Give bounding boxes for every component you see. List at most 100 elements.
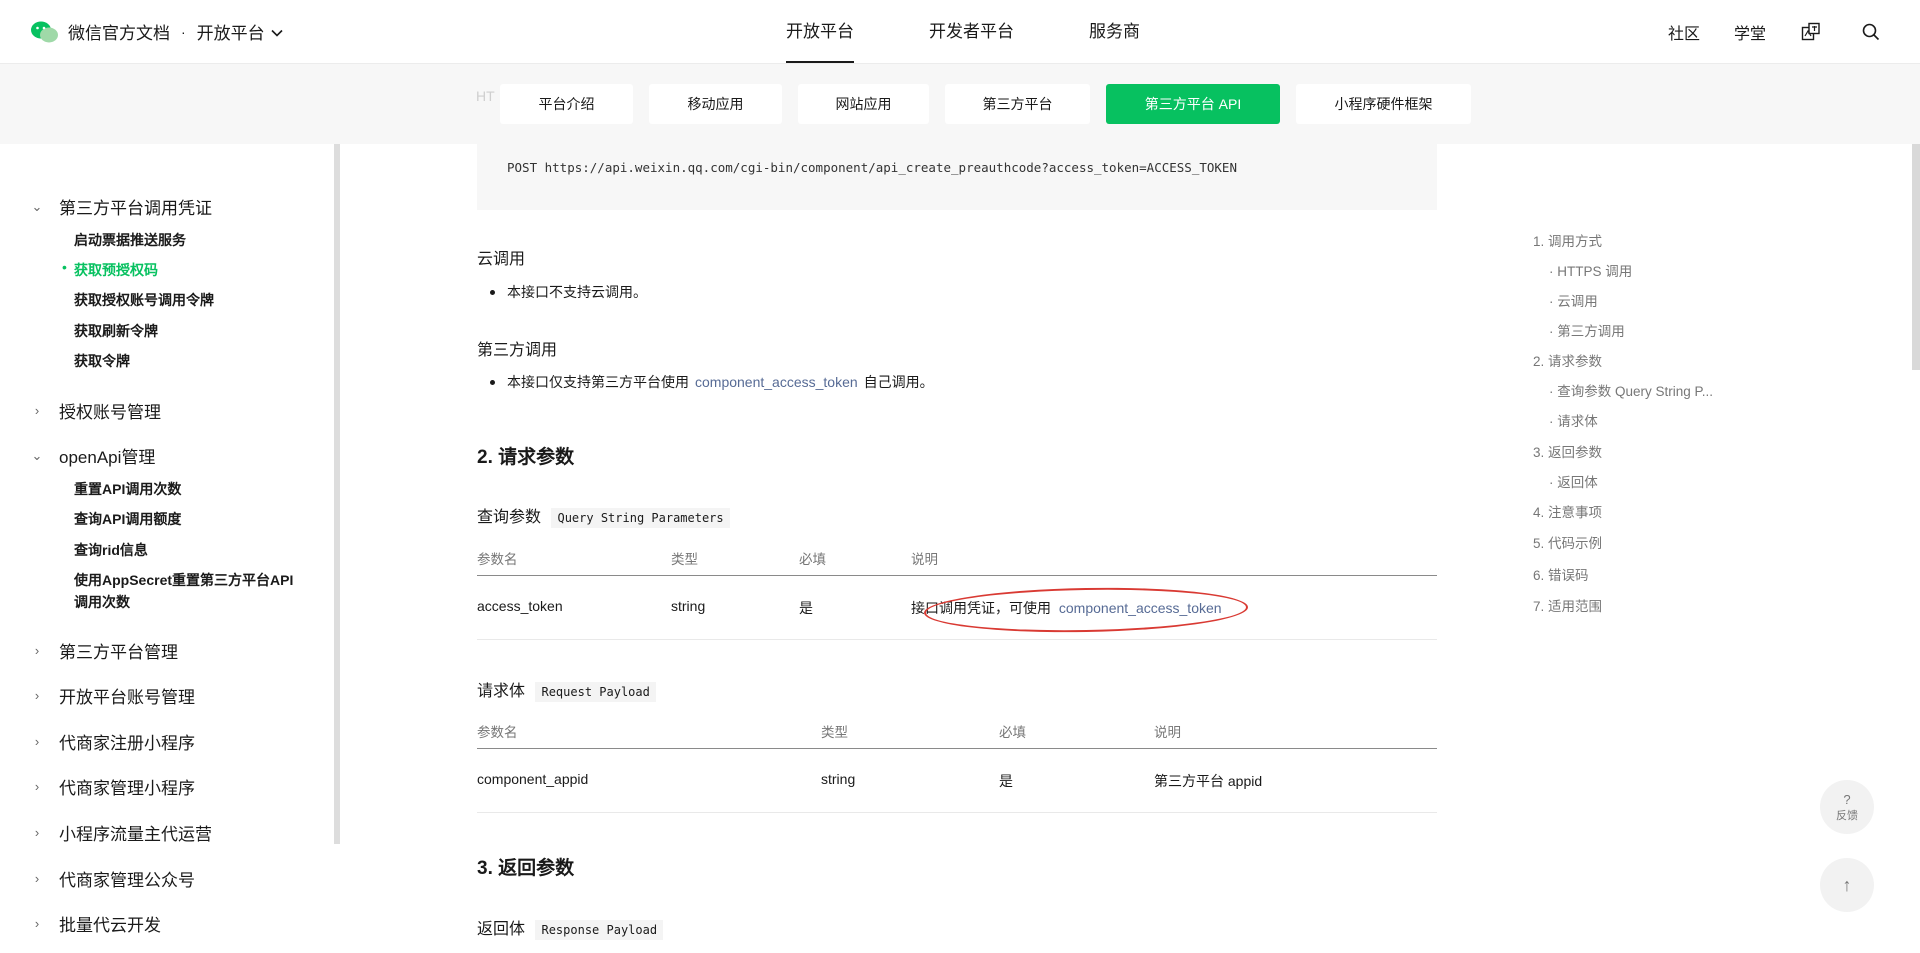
third-party-call-bullet: 本接口仅支持第三方平台使用 component_access_token 自己调… [490,372,934,392]
cell-required: 是 [799,600,813,616]
sidebar-item-reset-with-secret-cont[interactable]: 调用次数 [74,591,130,613]
sidebar-group-platform-mgmt[interactable]: › 第三方平台管理 [30,638,178,663]
search-icon[interactable] [1860,21,1882,43]
payload-title: 请求体 [477,683,526,700]
tab-platform-intro[interactable]: 平台介绍 [500,84,633,124]
col-name: 参数名 [477,552,518,567]
col-type: 类型 [821,725,848,740]
sidebar-item-query-quota[interactable]: 查询API调用额度 [74,508,181,530]
col-type: 类型 [671,552,698,567]
sidebar-scrollbar[interactable] [334,144,340,844]
brand-logo[interactable]: 微信官方文档 · 开放平台 [30,19,283,44]
toc-item[interactable]: · HTTPS 调用 [1549,260,1632,280]
sidebar-item-get-token[interactable]: 获取令牌 [74,350,130,372]
topnav-open-platform[interactable]: 开放平台 [786,0,854,64]
cell-desc: 第三方平台 appid [1154,773,1263,789]
cell-name: component_appid [477,771,589,787]
platform-switch[interactable]: 开放平台 [197,19,265,44]
chevron-down-icon: ⌄ [31,198,43,214]
tab-third-party-api[interactable]: 第三方平台 API [1106,84,1280,124]
toc-item[interactable]: 2. 请求参数 [1533,350,1602,370]
sidebar-group-label: 第三方平台管理 [59,643,178,662]
wechat-logo-icon [30,20,60,44]
toc-item[interactable]: 5. 代码示例 [1533,532,1602,552]
toc-item[interactable]: · 云调用 [1549,290,1598,310]
request-url-code: POST https://api.weixin.qq.com/cgi-bin/c… [507,160,1237,175]
component-access-token-link[interactable]: component_access_token [695,374,858,390]
third-party-text-b: 自己调用。 [863,374,934,390]
col-desc: 说明 [911,552,938,567]
subnav-ghost-text: HT [476,88,495,104]
top-nav: 开放平台 开发者平台 服务商 [786,0,1215,64]
payload-heading: 请求体 Request Payload [477,677,656,702]
third-party-text-a: 本接口仅支持第三方平台使用 [507,374,689,390]
sidebar-item-reset-with-secret[interactable]: 使用AppSecret重置第三方平台API [74,569,293,591]
sidebar-group-authorizer-mgmt[interactable]: › 授权账号管理 [30,398,161,423]
toc-item[interactable]: · 请求体 [1549,410,1598,430]
cloud-call-bullet: 本接口不支持云调用。 [490,282,647,302]
top-right-actions: 社区 学堂 [1668,0,1920,64]
question-icon: ? [1843,791,1851,807]
translate-icon[interactable] [1800,21,1822,43]
request-payload-table: 参数名 类型 必填 说明 component_appid string 是 第三… [477,711,1437,813]
col-required: 必填 [999,725,1026,740]
sidebar-item-reset-quota[interactable]: 重置API调用次数 [74,478,181,500]
sidebar-group-official-account[interactable]: › 代商家管理公众号 [30,866,195,891]
toc-item[interactable]: 4. 注意事项 [1533,501,1602,521]
tab-website-app[interactable]: 网站应用 [798,84,929,124]
topnav-service-provider[interactable]: 服务商 [1089,0,1140,64]
sidebar-group-label: 小程序流量主代运营 [59,825,212,844]
bullet-dot [490,289,495,295]
sidebar-group-label: 开放平台账号管理 [59,688,195,707]
sidebar-item-refresh-token[interactable]: 获取刷新令牌 [74,320,158,342]
toc-item[interactable]: 6. 错误码 [1533,564,1589,584]
tab-mobile-app[interactable]: 移动应用 [649,84,782,124]
topnav-developer-platform[interactable]: 开发者平台 [929,0,1014,64]
sidebar-group-label: 代商家注册小程序 [59,734,195,753]
academy-link[interactable]: 学堂 [1734,20,1766,44]
response-heading: 返回体 Response Payload [477,915,664,940]
feedback-button[interactable]: ? 反馈 [1820,780,1874,834]
cell-type: string [821,771,856,787]
community-link[interactable]: 社区 [1668,20,1700,44]
tab-miniprogram-hardware[interactable]: 小程序硬件框架 [1296,84,1471,124]
sidebar-group-openapi[interactable]: ⌄ openApi管理 [30,443,156,468]
toc-item[interactable]: 3. 返回参数 [1533,441,1602,461]
sidebar-group-label: 第三方平台调用凭证 [59,199,212,218]
arrow-up-icon: ↑ [1842,874,1852,895]
sidebar-group-label: openApi管理 [59,448,156,467]
back-to-top-button[interactable]: ↑ [1820,858,1874,912]
sidebar-item-authorizer-token[interactable]: 获取授权账号调用令牌 [74,289,214,311]
payload-tag: Request Payload [535,682,656,702]
sidebar-group-credentials[interactable]: ⌄ 第三方平台调用凭证 [30,194,212,219]
sidebar-item-preauth-code[interactable]: 获取预授权码 [74,259,158,281]
feedback-label: 反馈 [1836,809,1858,822]
chevron-right-icon: › [34,825,40,840]
chevron-right-icon: › [34,779,40,794]
sidebar-item-query-rid[interactable]: 查询rid信息 [74,539,148,561]
sidebar-group-account-mgmt[interactable]: › 开放平台账号管理 [30,683,195,708]
col-desc: 说明 [1154,725,1181,740]
section-request-params: 2. 请求参数 [477,447,575,468]
active-bullet: • [62,259,67,275]
table-header: 参数名 类型 必填 说明 [477,538,1437,576]
cell-name: access_token [477,598,563,614]
sidebar-item-start-ticket[interactable]: 启动票据推送服务 [74,229,186,251]
page-scrollbar[interactable] [1912,110,1920,370]
toc-item[interactable]: 1. 调用方式 [1533,230,1602,250]
toc-item[interactable]: · 返回体 [1549,471,1598,491]
section-response-params: 3. 返回参数 [477,858,575,879]
response-tag: Response Payload [535,920,664,940]
sidebar-group-traffic-ops[interactable]: › 小程序流量主代运营 [30,820,212,845]
sidebar-group-manage-miniprogram[interactable]: › 代商家管理小程序 [30,774,195,799]
toc-item[interactable]: 7. 适用范围 [1533,595,1602,615]
response-title: 返回体 [477,921,526,938]
sidebar-group-label: 批量代云开发 [59,916,161,935]
sidebar-group-cloud-dev[interactable]: › 批量代云开发 [30,911,161,936]
toc-item[interactable]: · 第三方调用 [1549,320,1625,340]
chevron-down-icon[interactable] [271,22,283,42]
sidebar-group-register-miniprogram[interactable]: › 代商家注册小程序 [30,729,195,754]
query-params-heading: 查询参数 Query String Parameters [477,503,730,528]
tab-third-party-platform[interactable]: 第三方平台 [945,84,1090,124]
toc-item[interactable]: · 查询参数 Query String P... [1549,380,1713,400]
